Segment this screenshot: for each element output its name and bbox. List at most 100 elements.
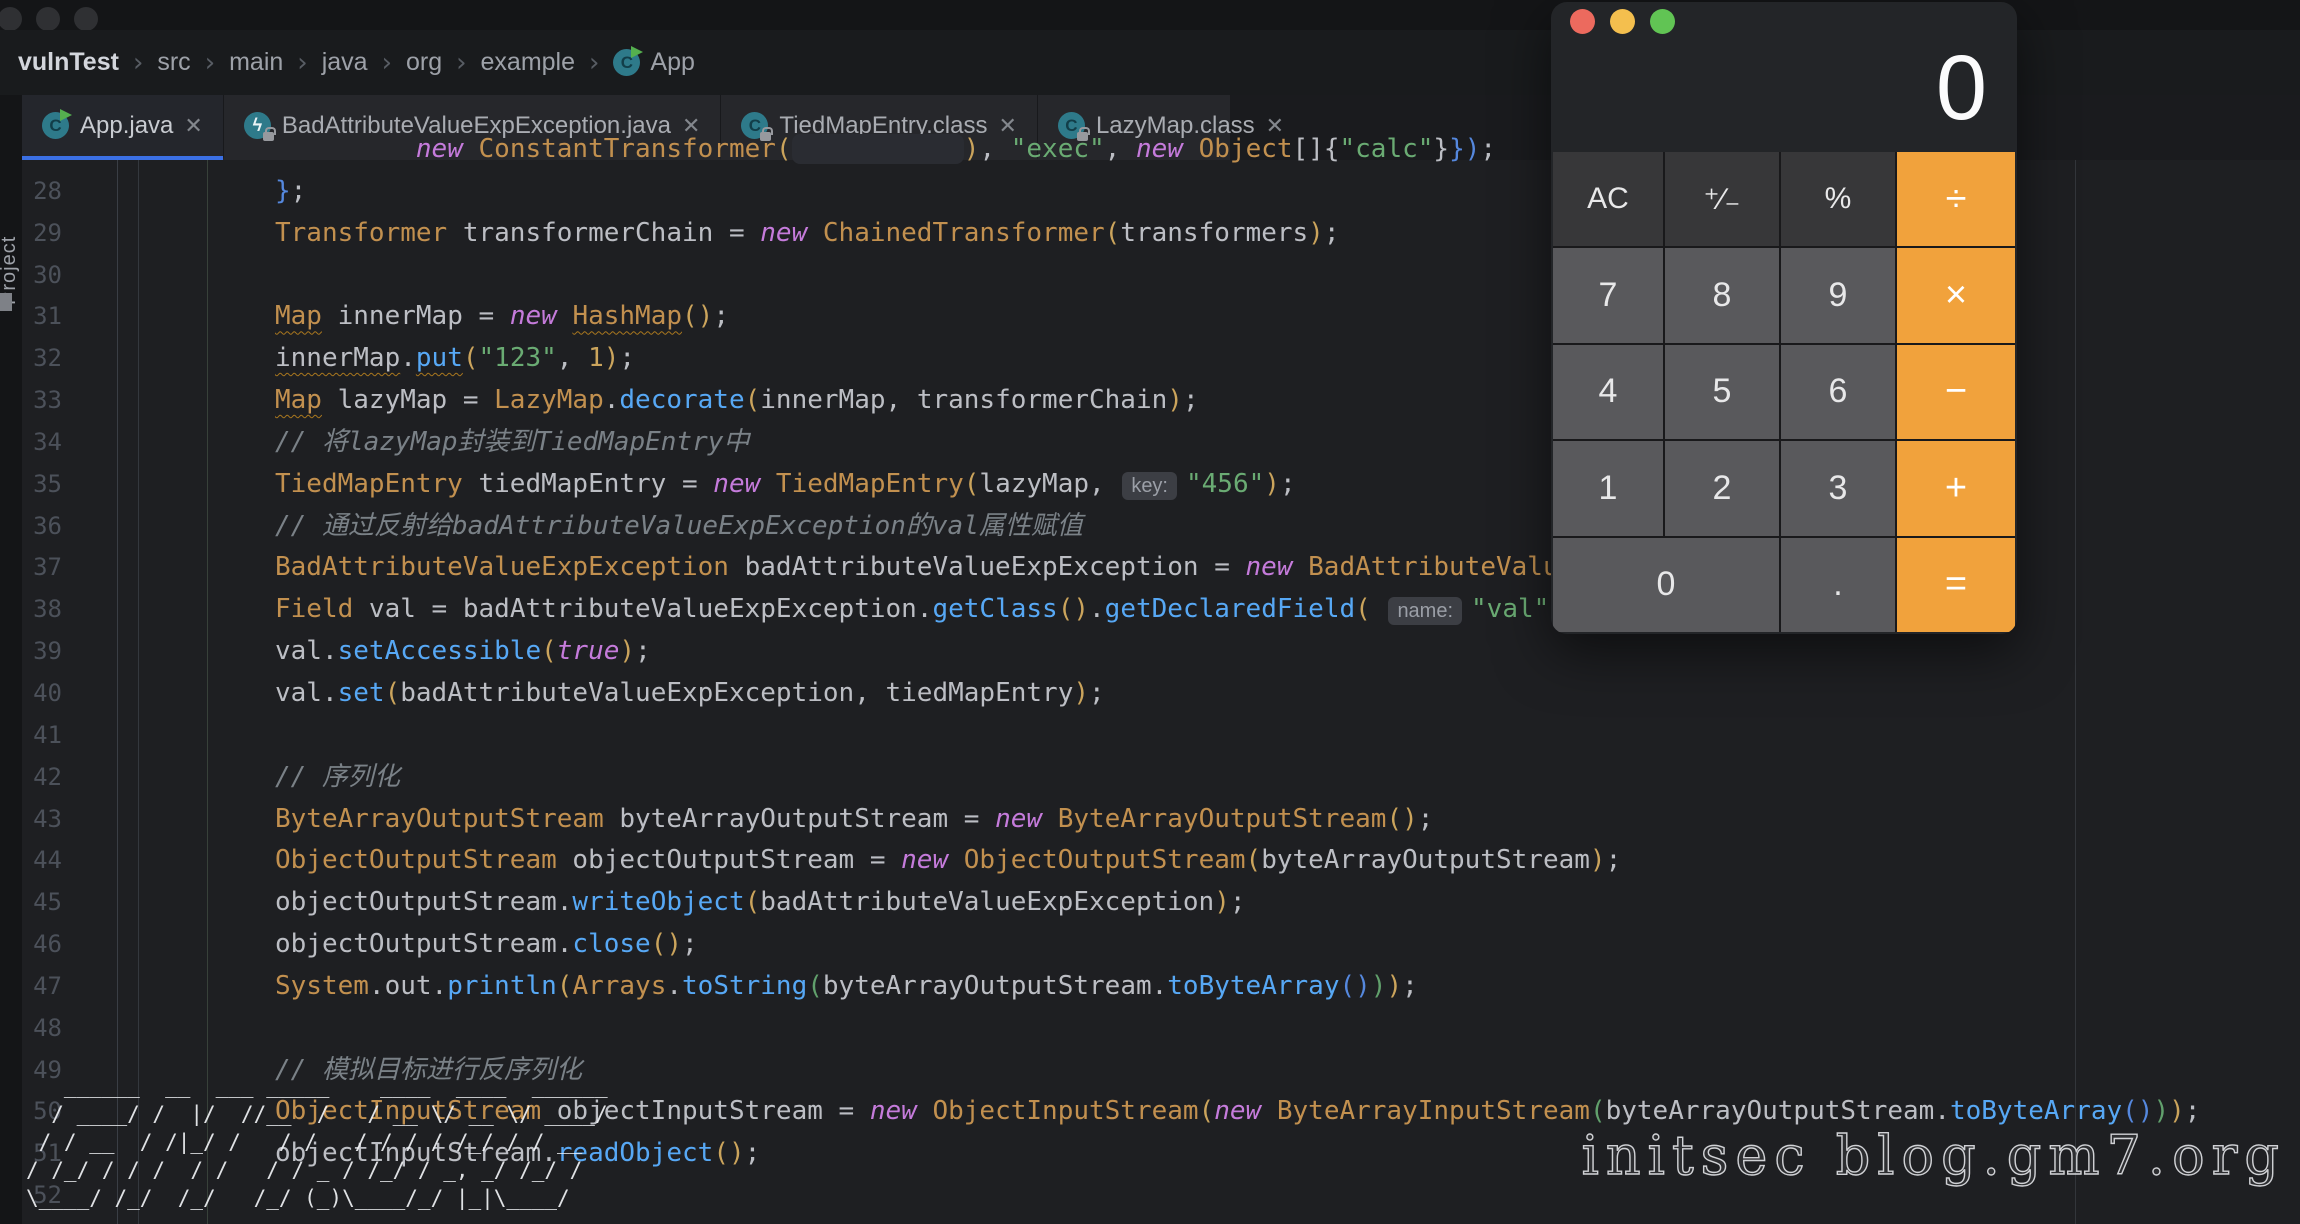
calc-zoom-button[interactable] <box>1650 9 1675 34</box>
line-number[interactable]: 28 <box>22 171 62 213</box>
breadcrumb-item-app[interactable]: App <box>650 48 694 77</box>
code-token: lazyMap = <box>322 385 494 415</box>
code-line[interactable]: ObjectOutputStream objectOutputStream = … <box>275 840 2200 882</box>
code-token: ; <box>1480 134 1496 164</box>
code-line[interactable]: objectOutputStream.close(); <box>275 924 2200 966</box>
code-token: // 序列化 <box>275 762 400 792</box>
line-number[interactable]: 31 <box>22 296 62 338</box>
code-token: val. <box>275 678 338 708</box>
code-line[interactable]: ByteArrayOutputStream byteArrayOutputStr… <box>275 799 2200 841</box>
calc-close-button[interactable] <box>1570 9 1595 34</box>
line-number[interactable]: 32 <box>22 338 62 380</box>
code-token: ChainedTransformer <box>823 218 1105 248</box>
line-number[interactable]: 35 <box>22 464 62 506</box>
calc-button-1[interactable]: 1 <box>1553 441 1663 535</box>
code-token: lazyMap, <box>979 469 1120 499</box>
code-token: toString <box>682 971 807 1001</box>
code-token: writeObject <box>572 887 744 917</box>
calc-button-⁺∕₋[interactable]: ⁺∕₋ <box>1665 152 1779 246</box>
line-number[interactable]: 46 <box>22 924 62 966</box>
calculator-window[interactable]: 0 AC⁺∕₋%÷ 789× 456− 123+0.= <box>1551 2 2017 634</box>
calc-button-AC[interactable]: AC <box>1553 152 1663 246</box>
line-number[interactable]: 42 <box>22 757 62 799</box>
line-number[interactable]: 36 <box>22 506 62 548</box>
breadcrumb-entry[interactable]: vulnTest <box>18 48 119 77</box>
line-number[interactable]: 39 <box>22 631 62 673</box>
tab-close-icon[interactable]: ✕ <box>184 115 202 137</box>
code-line[interactable]: val.setAccessible(true); <box>275 631 2200 673</box>
line-number[interactable]: 38 <box>22 589 62 631</box>
sidebar-item-project[interactable]: Project <box>0 195 24 345</box>
calc-button-3[interactable]: 3 <box>1781 441 1895 535</box>
calc-minimize-button[interactable] <box>1610 9 1635 34</box>
calc-button-6[interactable]: 6 <box>1781 345 1895 439</box>
ide-zoom-button[interactable] <box>74 7 98 31</box>
code-token: LazyMap <box>494 385 604 415</box>
code-token: ConstantTransformer <box>479 134 776 164</box>
code-token: }) <box>1449 134 1480 164</box>
calc-button-5[interactable]: 5 <box>1665 345 1779 439</box>
inlay-parameter-hint[interactable]: key: <box>1122 472 1177 500</box>
line-number[interactable]: 37 <box>22 547 62 589</box>
ide-close-button[interactable] <box>0 7 22 31</box>
code-line[interactable]: System.out.println(Arrays.toString(byteA… <box>275 966 2200 1008</box>
code-token: Object <box>1199 134 1293 164</box>
breadcrumb-item-example[interactable]: example <box>481 48 576 76</box>
calc-button-−[interactable]: − <box>1897 345 2015 439</box>
calc-button-=[interactable]: = <box>1897 538 2015 632</box>
ide-minimize-button[interactable] <box>36 7 60 31</box>
code-token: "456" <box>1186 469 1264 499</box>
code-token: ( <box>1199 1096 1215 1126</box>
calc-button-7[interactable]: 7 <box>1553 248 1663 342</box>
code-token: "123" <box>479 343 557 373</box>
breadcrumb-item-src[interactable]: src <box>157 48 190 76</box>
line-number[interactable]: 30 <box>22 255 62 297</box>
code-token: "calc" <box>1340 134 1434 164</box>
calc-button-.[interactable]: . <box>1781 538 1895 632</box>
calc-button-9[interactable]: 9 <box>1781 248 1895 342</box>
code-line[interactable] <box>275 1008 2200 1050</box>
calc-button-÷[interactable]: ÷ <box>1897 152 2015 246</box>
line-number[interactable]: 40 <box>22 673 62 715</box>
calc-button-2[interactable]: 2 <box>1665 441 1779 535</box>
breadcrumb-entry[interactable]: example <box>481 48 576 77</box>
line-number[interactable]: 33 <box>22 380 62 422</box>
code-line[interactable]: val.set(badAttributeValueExpException, t… <box>275 673 2200 715</box>
folded-region[interactable] <box>792 134 964 164</box>
line-number[interactable]: 43 <box>22 799 62 841</box>
code-line[interactable]: // 序列化 <box>275 757 2200 799</box>
calc-button-×[interactable]: × <box>1897 248 2015 342</box>
code-token: ) <box>619 636 635 666</box>
breadcrumb-item-vulntest[interactable]: vulnTest <box>18 48 119 76</box>
code-line[interactable]: objectOutputStream.writeObject(badAttrib… <box>275 882 2200 924</box>
calc-button-8[interactable]: 8 <box>1665 248 1779 342</box>
breadcrumb-item-main[interactable]: main <box>229 48 283 76</box>
breadcrumb-entry[interactable]: org <box>406 48 442 77</box>
line-number[interactable]: 34 <box>22 422 62 464</box>
inlay-parameter-hint[interactable]: name: <box>1388 597 1462 625</box>
breadcrumb-item-java[interactable]: java <box>322 48 368 76</box>
calc-button-0[interactable]: 0 <box>1553 538 1779 632</box>
line-number[interactable]: 41 <box>22 715 62 757</box>
line-number[interactable]: 44 <box>22 840 62 882</box>
line-number[interactable]: 48 <box>22 1008 62 1050</box>
code-line[interactable] <box>275 715 2200 757</box>
line-number[interactable]: 45 <box>22 882 62 924</box>
breadcrumb-entry[interactable]: java <box>322 48 368 77</box>
code-token: . <box>400 343 416 373</box>
line-number[interactable]: 29 <box>22 213 62 255</box>
code-token: new <box>713 469 776 499</box>
breadcrumb-entry[interactable]: src <box>157 48 190 77</box>
tool-window-icon[interactable] <box>0 293 12 311</box>
line-number[interactable]: 47 <box>22 966 62 1008</box>
calc-button-%[interactable]: % <box>1781 152 1895 246</box>
breadcrumb-entry[interactable]: CApp <box>613 48 694 77</box>
code-token: "val" <box>1471 594 1549 624</box>
calc-button-4[interactable]: 4 <box>1553 345 1663 439</box>
code-token: Map <box>275 301 322 331</box>
calculator-keypad: AC⁺∕₋%÷ 789× 456− 123+0.= <box>1553 152 2015 632</box>
calc-button-+[interactable]: + <box>1897 441 2015 535</box>
breadcrumb-item-org[interactable]: org <box>406 48 442 76</box>
line-number[interactable] <box>22 129 62 171</box>
breadcrumb-entry[interactable]: main <box>229 48 283 77</box>
